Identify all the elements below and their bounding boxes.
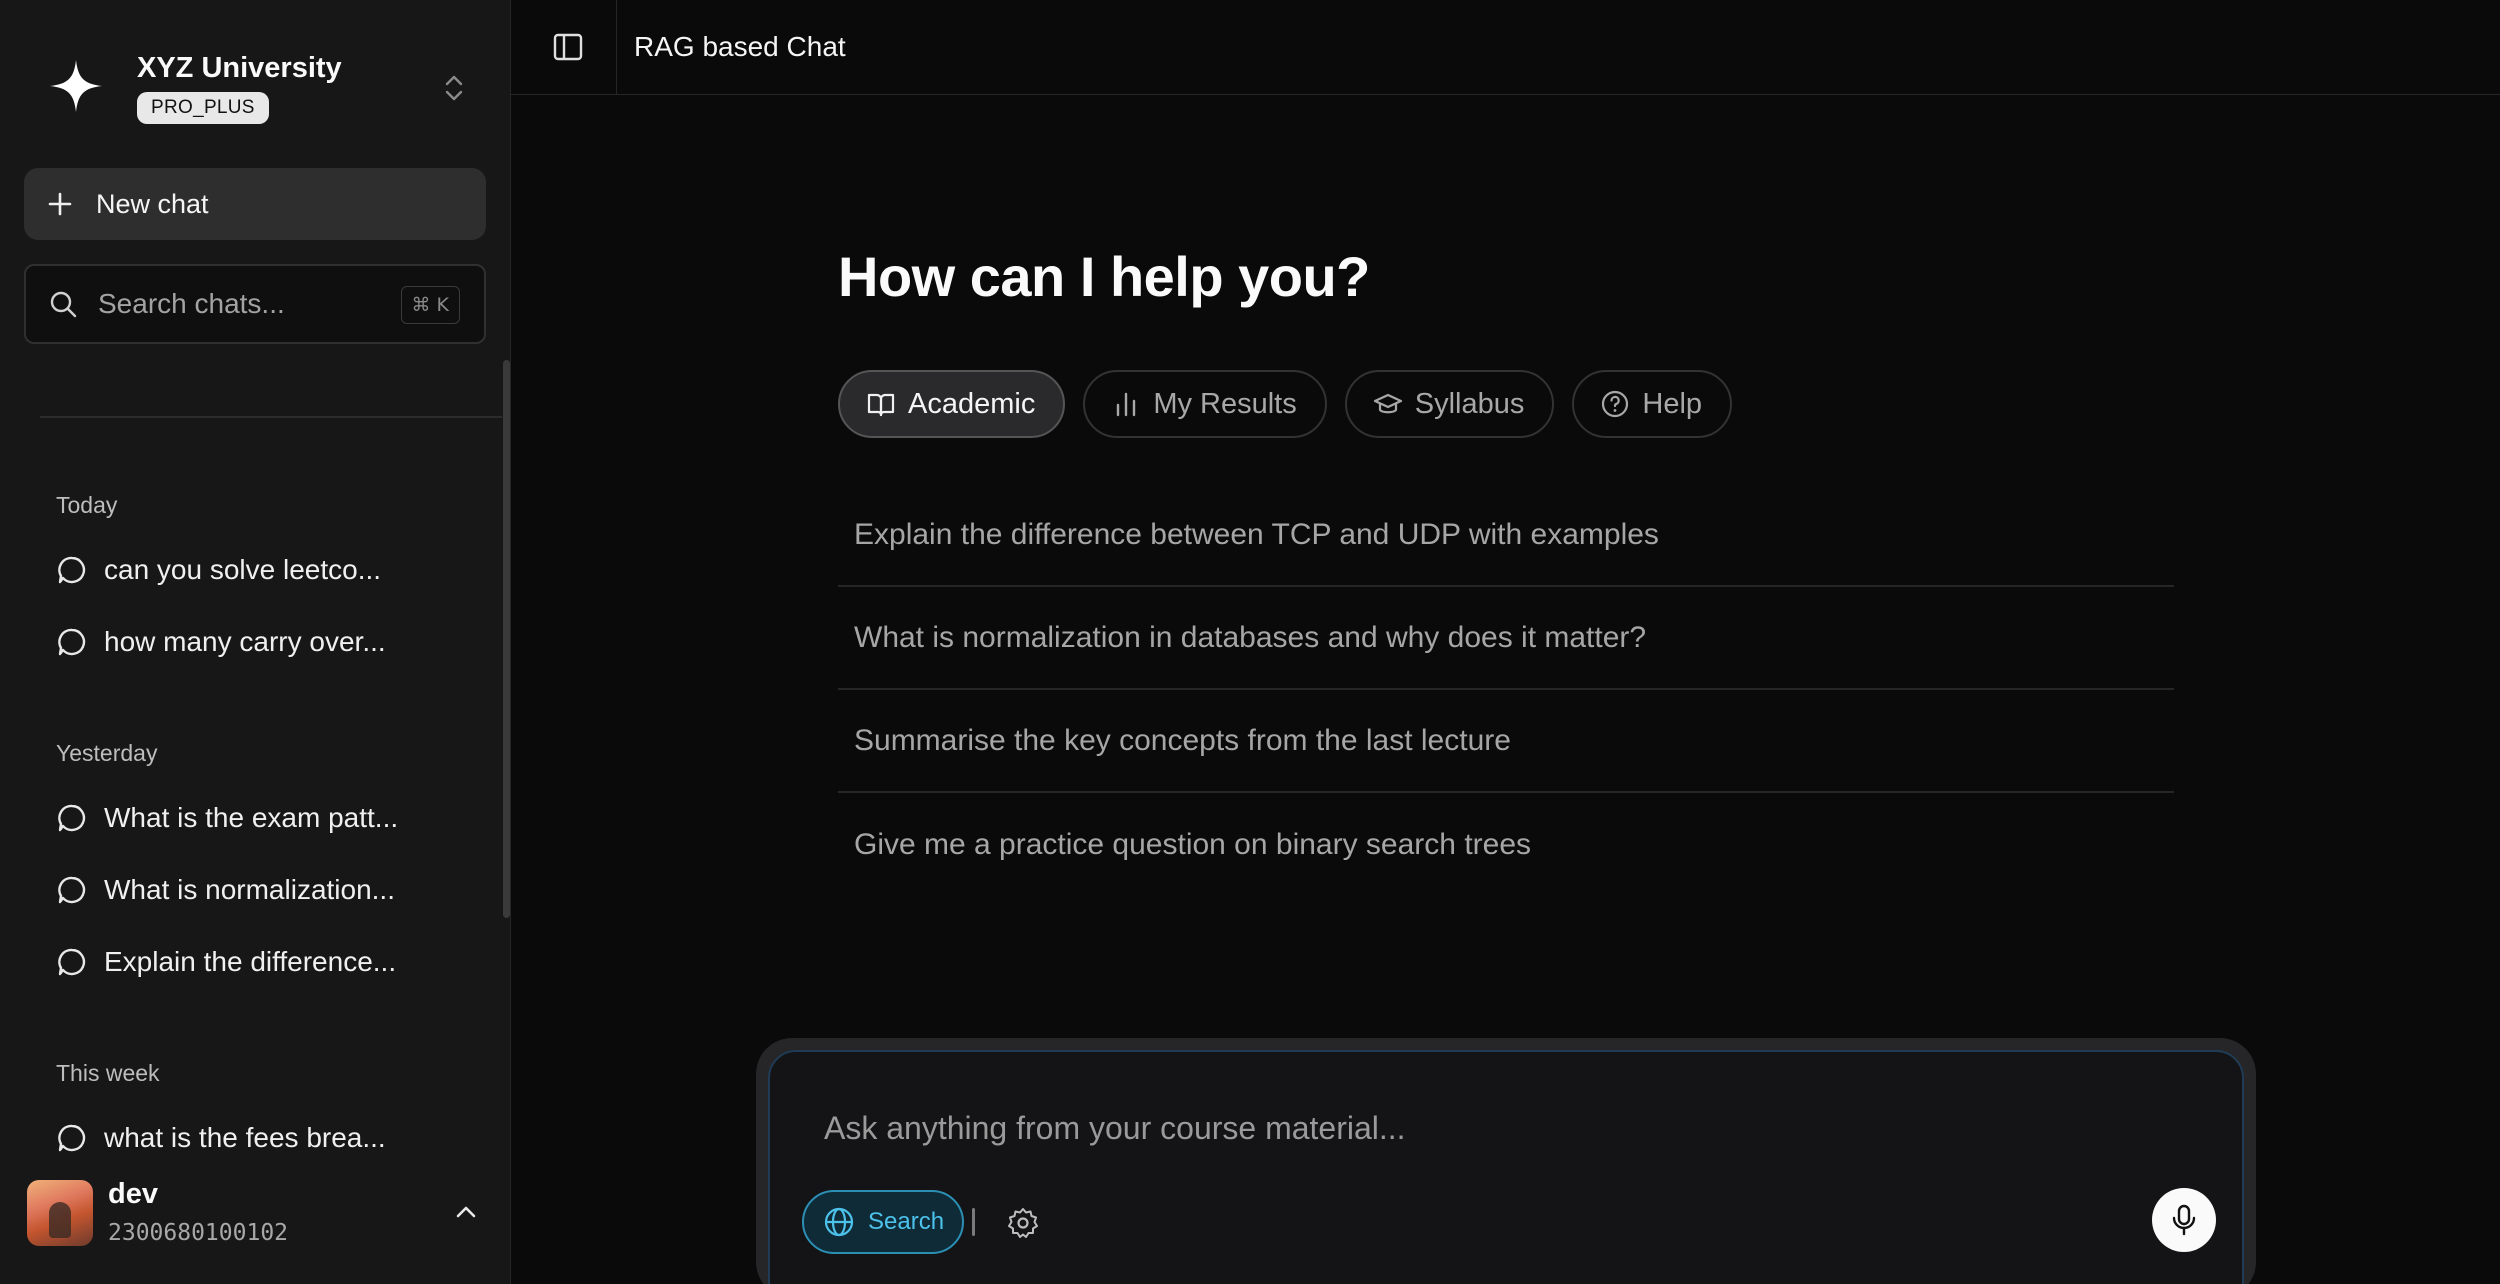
message-composer: Search [768,1050,2244,1284]
chat-history-title: can you solve leetco... [104,554,382,585]
bar-chart-icon [1117,392,1136,417]
message-circle-icon [58,804,86,832]
tab-my-results[interactable]: My Results [1083,370,1327,438]
user-id: 2300680100102 [108,1220,289,1246]
chevron-up-icon[interactable] [452,1198,480,1226]
settings-gear-icon[interactable] [1006,1206,1040,1240]
tab-label: Academic [908,387,1036,420]
composer-frame: Search [756,1038,2256,1284]
sidebar-scrollbar[interactable] [503,360,510,918]
suggestion-item[interactable]: What is normalization in databases and w… [838,587,2174,690]
help-circle-icon [1602,390,1629,418]
chat-history-title: Explain the difference... [104,946,397,977]
sidebar-toggle-icon[interactable] [551,30,585,64]
suggestion-item[interactable]: Give me a practice question on binary se… [838,793,2174,896]
avatar [27,1180,93,1246]
chat-history-title: how many carry over... [104,626,386,657]
suggestion-list: Explain the difference between TCP and U… [838,484,2174,896]
chat-history-title: What is normalization... [104,874,395,905]
plus-icon [48,192,72,216]
welcome-heading: How can I help you? [838,245,1370,308]
group-title-today: Today [56,492,118,518]
sparkle-logo-icon [50,60,102,112]
tab-syllabus[interactable]: Syllabus [1344,370,1555,438]
search-chats-input[interactable] [98,288,398,320]
category-tabs: Academic My Results Syllabus Help [838,370,1733,438]
suggestion-item[interactable]: Summarise the key concepts from the last… [838,690,2174,793]
tab-help[interactable]: Help [1572,370,1733,438]
chat-history-title: what is the fees brea... [104,1122,386,1153]
new-chat-button[interactable]: New chat [24,168,486,240]
web-search-label: Search [868,1208,945,1235]
group-title-this-week: This week [56,1060,160,1086]
toolbar-separator [972,1208,975,1236]
tab-label: My Results [1153,387,1297,420]
chat-history-title: What is the exam patt... [104,802,399,833]
page-title: RAG based Chat [634,31,846,62]
tab-label: Help [1642,387,1703,420]
message-circle-icon [58,1124,86,1152]
sidebar-divider [40,416,502,418]
graduation-cap-icon [1373,393,1402,414]
chat-history-item[interactable]: What is the exam patt... [56,788,476,848]
chat-history-item[interactable]: how many carry over... [56,612,476,672]
chat-history-item[interactable]: Explain the difference... [56,932,476,992]
message-circle-icon [58,556,86,584]
search-chats-box: ⌘ K [24,264,486,344]
topbar-separator [616,0,617,95]
workspace-switcher[interactable]: XYZ University PRO_PLUS [0,0,510,160]
voice-input-button[interactable] [2152,1188,2216,1252]
plan-badge: PRO_PLUS [137,92,269,124]
globe-icon [824,1207,854,1237]
search-icon [50,291,77,318]
message-input[interactable] [824,1110,2124,1160]
suggestion-item[interactable]: Explain the difference between TCP and U… [838,484,2174,587]
group-title-yesterday: Yesterday [56,740,158,766]
microphone-icon [2172,1204,2196,1236]
tab-label: Syllabus [1414,387,1525,420]
chevrons-up-down-icon[interactable] [440,70,468,106]
top-bar: RAG based Chat [511,0,2500,95]
workspace-name: XYZ University [137,52,342,84]
app-root: XYZ University PRO_PLUS New chat ⌘ K Tod [0,0,2500,1284]
tab-academic[interactable]: Academic [838,370,1066,438]
message-circle-icon [58,876,86,904]
chat-history-item[interactable]: What is normalization... [56,860,476,920]
message-circle-icon [58,628,86,656]
user-name: dev [108,1178,158,1210]
shortcut-hint: ⌘ K [400,286,460,324]
message-circle-icon [58,948,86,976]
chat-history-item[interactable]: what is the fees brea... [56,1108,476,1168]
sidebar: XYZ University PRO_PLUS New chat ⌘ K Tod [0,0,511,1284]
book-open-icon [867,393,895,417]
chat-history-item[interactable]: can you solve leetco... [56,540,476,600]
user-menu[interactable]: dev 2300680100102 [0,1162,510,1284]
new-chat-label: New chat [96,188,209,219]
web-search-toggle[interactable]: Search [802,1190,965,1254]
